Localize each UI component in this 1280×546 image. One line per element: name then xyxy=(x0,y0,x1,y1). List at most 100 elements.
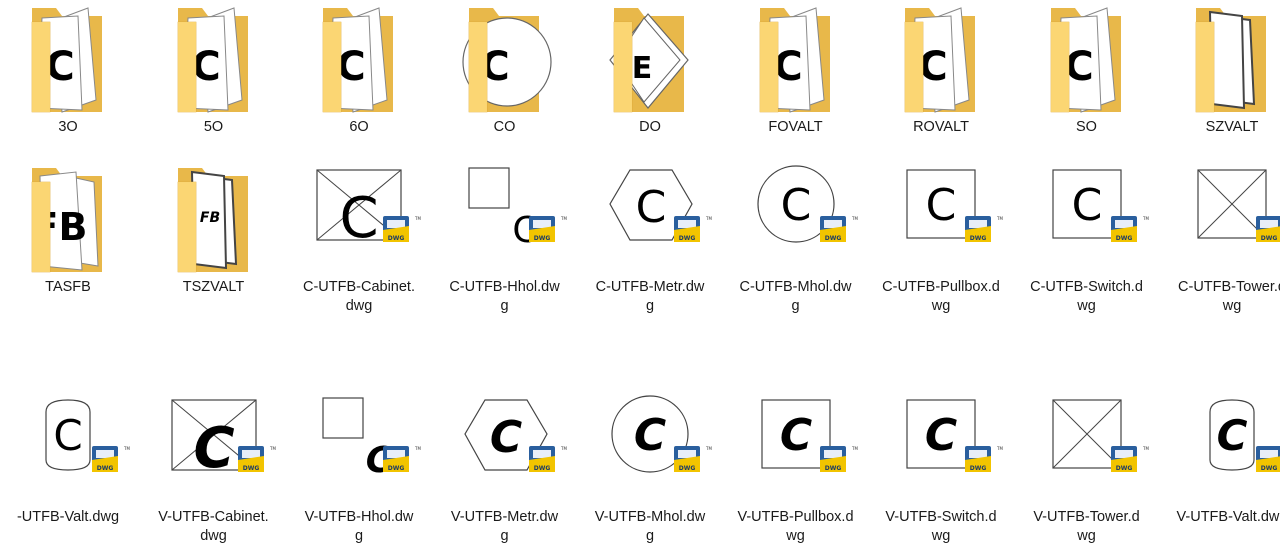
dwg-file-icon: C DWG TM xyxy=(871,390,1011,505)
folder-item-rovalt[interactable]: C ROVALT xyxy=(871,0,1011,150)
dwg-file-icon: C DWG TM xyxy=(871,160,1011,275)
folder-item-6o[interactable]: C 6O xyxy=(289,0,429,150)
file-name-line2: wg xyxy=(786,528,805,544)
svg-text:DWG: DWG xyxy=(824,235,841,242)
svg-text:C: C xyxy=(779,410,811,461)
dwg-file-icon: C DWG TM xyxy=(580,390,720,505)
dwg-file-icon: C DWG TM xyxy=(289,160,429,275)
file-name-line2: g xyxy=(500,298,509,314)
folder-item-co[interactable]: C CO xyxy=(435,0,575,150)
dwg-file-icon: C DWG TM xyxy=(435,160,575,275)
file-name-line2: g xyxy=(645,528,655,544)
svg-text:DWG: DWG xyxy=(679,235,696,242)
file-item-v-utfb-metr-dwg[interactable]: C DWG TM V-UTFB-Metr.dw g xyxy=(435,390,575,544)
file-item-v-utfb-mhol-dwg[interactable]: C DWG TM V-UTFB-Mhol.dw g xyxy=(580,390,720,544)
folder-icon: FB xyxy=(144,160,284,275)
folder-icon: FB xyxy=(0,160,138,275)
svg-text:C: C xyxy=(1071,180,1102,231)
file-item-v-utfb-valt-dwg[interactable]: C DWG TM V-UTFB-Valt.dwg xyxy=(1162,390,1280,540)
file-name-line1: C-UTFB-Pullbox.d xyxy=(882,279,1000,295)
file-name: C-UTFB-Tower.d wg xyxy=(1162,278,1280,316)
file-name: V-UTFB-Valt.dwg xyxy=(1162,508,1280,527)
svg-text:TM: TM xyxy=(560,446,567,451)
dwg-file-icon: C DWG TM xyxy=(1162,390,1280,505)
folder-icon: C xyxy=(435,0,575,115)
file-name-line1: C-UTFB-Metr.dw xyxy=(595,279,705,295)
file-name-line1: V-UTFB-Switch.d xyxy=(885,509,997,525)
dwg-file-icon: C DWG TM xyxy=(726,160,866,275)
folder-name: SO xyxy=(1076,119,1097,135)
dwg-file-icon: DWG TM xyxy=(1162,160,1280,275)
folder-icon: C xyxy=(0,0,138,115)
file-name-line2: g xyxy=(500,528,509,544)
svg-text:TM: TM xyxy=(414,446,421,451)
folder-name: DO xyxy=(639,119,661,135)
file-name: C-UTFB-Switch.d wg xyxy=(1017,278,1157,316)
file-name: V-UTFB-Tower.d wg xyxy=(1017,508,1157,546)
file-name: V-UTFB-Cabinet. dwg xyxy=(144,508,284,546)
folder-icon: C xyxy=(144,0,284,115)
folder-name: 3O xyxy=(58,119,78,135)
file-name: C-UTFB-Metr.dw g xyxy=(580,278,720,316)
folder-item-tasfb[interactable]: FB TASFB xyxy=(0,160,138,310)
svg-text:TM: TM xyxy=(705,446,712,451)
svg-text:DWG: DWG xyxy=(1261,465,1278,472)
file-name: V-UTFB-Metr.dw g xyxy=(435,508,575,546)
file-item-v-utfb-valt-dwg[interactable]: C DWG TM -UTFB-Valt.dwg xyxy=(0,390,138,540)
svg-text:C: C xyxy=(636,182,667,233)
folder-name: 5O xyxy=(203,119,224,135)
file-item-v-utfb-switch-dwg[interactable]: C DWG TM V-UTFB-Switch.d wg xyxy=(871,390,1011,544)
file-name-line2: wg xyxy=(931,298,951,314)
file-item-c-utfb-mhol-dwg[interactable]: C DWG TM C-UTFB-Mhol.dw g xyxy=(726,160,866,314)
file-name-line1: -UTFB-Valt.dwg xyxy=(16,509,120,525)
svg-text:DWG: DWG xyxy=(970,465,987,472)
file-name-line1: V-UTFB-Cabinet. xyxy=(158,509,269,525)
svg-text:DWG: DWG xyxy=(679,465,696,472)
file-name: V-UTFB-Pullbox.d wg xyxy=(726,508,866,546)
folder-item-fovalt[interactable]: C FOVALT xyxy=(726,0,866,150)
folder-name: TSZVALT xyxy=(182,279,245,295)
svg-text:C: C xyxy=(926,180,957,231)
folder-item-szvalt[interactable]: SZVALT xyxy=(1162,0,1280,150)
svg-text:C: C xyxy=(489,412,521,463)
folder-item-so[interactable]: C SO xyxy=(1017,0,1157,150)
file-item-c-utfb-hhol-dwg[interactable]: C DWG TM C-UTFB-Hhol.dw g xyxy=(435,160,575,314)
folder-item-3o[interactable]: C 3O xyxy=(0,0,138,150)
file-name-line1: V-UTFB-Mhol.dw xyxy=(594,509,706,525)
file-name: V-UTFB-Switch.d wg xyxy=(871,508,1011,546)
svg-text:C: C xyxy=(634,410,666,461)
folder-icon: C xyxy=(726,0,866,115)
dwg-file-icon: C DWG TM xyxy=(289,390,429,505)
file-name-line1: V-UTFB-Valt.dwg xyxy=(1176,509,1280,525)
file-name-line2: g xyxy=(791,298,800,314)
folder-item-tszvalt[interactable]: FB TSZVALT xyxy=(144,160,284,310)
svg-text:TM: TM xyxy=(414,216,421,221)
svg-text:DWG: DWG xyxy=(533,465,550,472)
svg-text:TM: TM xyxy=(123,446,130,451)
file-item-v-utfb-tower-dwg[interactable]: DWG TM V-UTFB-Tower.d wg xyxy=(1017,390,1157,544)
svg-text:DWG: DWG xyxy=(97,465,114,472)
folder-item-5o[interactable]: C 5O xyxy=(144,0,284,150)
file-name: -UTFB-Valt.dwg xyxy=(0,508,138,527)
folder-item-do[interactable]: E DO xyxy=(580,0,720,150)
svg-text:TM: TM xyxy=(1142,446,1149,451)
dwg-file-icon: C DWG TM xyxy=(0,390,138,505)
file-name: C-UTFB-Hhol.dw g xyxy=(435,278,575,316)
svg-text:DWG: DWG xyxy=(388,465,405,472)
svg-text:DWG: DWG xyxy=(388,235,405,242)
file-name: V-UTFB-Hhol.dw g xyxy=(289,508,429,546)
file-name-line2: g xyxy=(645,298,655,314)
file-item-c-utfb-tower-dwg[interactable]: DWG TM C-UTFB-Tower.d wg xyxy=(1162,160,1280,314)
file-item-v-utfb-cabinet-dwg[interactable]: C DWG TM V-UTFB-Cabinet. dwg xyxy=(144,390,284,544)
dwg-file-icon: C DWG TM xyxy=(580,160,720,275)
file-item-c-utfb-metr-dwg[interactable]: C DWG TM C-UTFB-Metr.dw g xyxy=(580,160,720,314)
file-item-c-utfb-cabinet-dwg[interactable]: C DWG TM C-UTFB-Cabinet. dwg xyxy=(289,160,429,314)
file-item-v-utfb-hhol-dwg[interactable]: C DWG TM V-UTFB-Hhol.dw g xyxy=(289,390,429,544)
file-name: V-UTFB-Mhol.dw g xyxy=(580,508,720,546)
file-item-c-utfb-pullbox-dwg[interactable]: C DWG TM C-UTFB-Pullbox.d wg xyxy=(871,160,1011,314)
file-item-c-utfb-switch-dwg[interactable]: C DWG TM C-UTFB-Switch.d wg xyxy=(1017,160,1157,314)
dwg-file-icon: C DWG TM xyxy=(726,390,866,505)
file-item-v-utfb-pullbox-dwg[interactable]: C DWG TM V-UTFB-Pullbox.d wg xyxy=(726,390,866,544)
svg-text:DWG: DWG xyxy=(824,465,841,472)
file-name-line1: V-UTFB-Metr.dw xyxy=(450,509,559,525)
